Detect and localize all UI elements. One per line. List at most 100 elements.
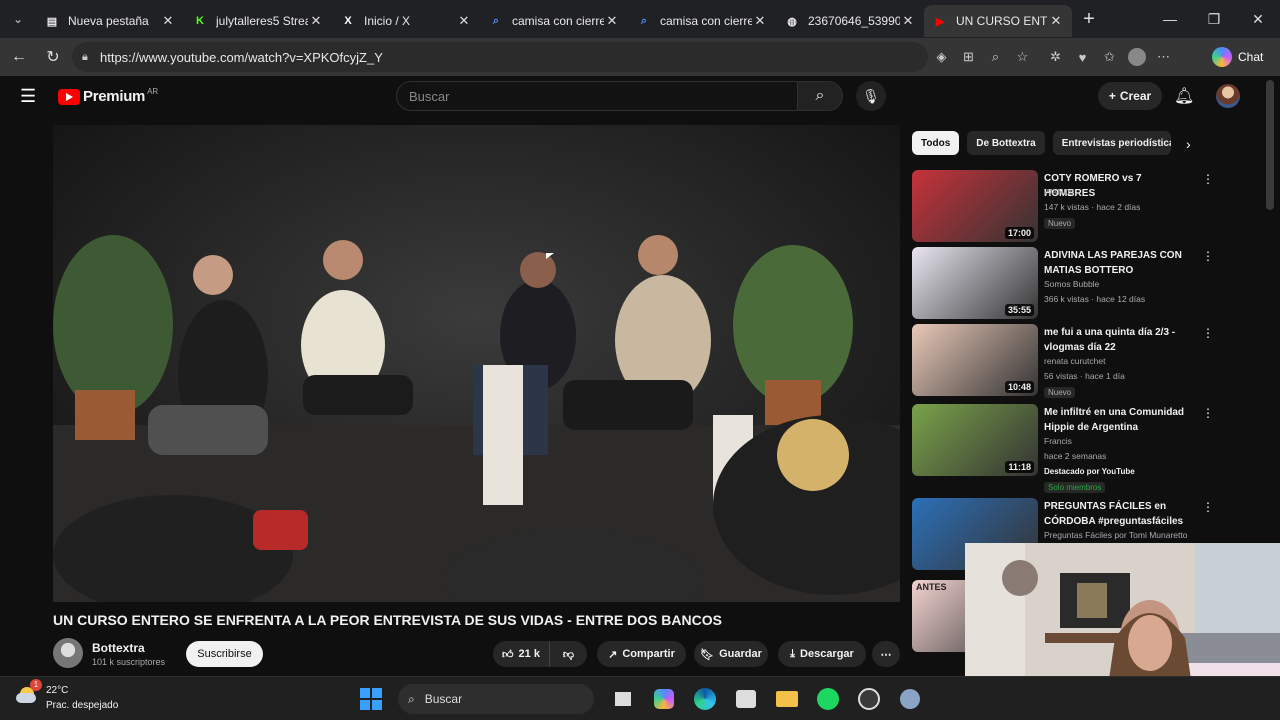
file-explorer-icon[interactable]	[772, 684, 802, 714]
weather-condition: Prac. despejado	[46, 700, 119, 711]
share-button[interactable]: ↗ Compartir	[597, 641, 686, 667]
recommendation-title[interactable]: ADIVINA LAS PAREJAS CON MATIAS BOTTERO	[1044, 248, 1194, 278]
close-window-icon[interactable]: ✕	[1236, 0, 1280, 38]
recommendation-badge: Destacado por YouTube	[1044, 467, 1135, 476]
youtube-icon: ▶	[935, 15, 945, 28]
chip-entrevistas[interactable]: Entrevistas periodísticas	[1052, 131, 1171, 155]
favorite-star-icon[interactable]: ☆	[1009, 42, 1036, 72]
close-tab-icon[interactable]: ✕	[456, 13, 472, 29]
kebab-menu-icon[interactable]: ⋮	[1202, 406, 1214, 420]
copilot-chat-button[interactable]: Chat	[1212, 45, 1276, 69]
thumbs-up-icon: 👍︎	[502, 648, 514, 661]
save-button[interactable]: 🔖︎ Guardar	[694, 641, 768, 667]
profile-icon[interactable]	[1123, 42, 1150, 72]
browser-tab[interactable]: ▶ UN CURSO ENTERO✕	[924, 5, 1072, 37]
close-tab-icon[interactable]: ✕	[900, 13, 916, 29]
kebab-menu-icon[interactable]: ⋮	[1202, 172, 1214, 186]
video-duration: 17:00	[1004, 227, 1034, 239]
store-icon[interactable]	[731, 684, 761, 714]
page-scrollbar[interactable]	[1266, 80, 1274, 210]
voice-search-button[interactable]: 🎙︎	[856, 81, 886, 111]
task-view-icon[interactable]	[608, 684, 638, 714]
browser-tab[interactable]: ⌕ camisa con cierre - ✕	[480, 5, 628, 37]
download-label: Descargar	[800, 648, 854, 660]
edge-icon[interactable]	[690, 684, 720, 714]
weather-badge: 1	[30, 679, 42, 691]
windows-start-icon[interactable]	[356, 684, 386, 714]
download-button[interactable]: ⤓ Descargar	[778, 641, 866, 667]
copilot-taskbar-icon[interactable]	[649, 684, 679, 714]
menu-icon[interactable]: ☰	[20, 86, 36, 107]
copilot-icon	[1212, 47, 1232, 67]
video-thumbnail[interactable]: 17:00	[912, 170, 1038, 242]
chip-de-bottextra[interactable]: De Bottextra	[967, 131, 1045, 155]
taskbar-search[interactable]: ⌕ Buscar	[398, 684, 594, 714]
spotify-icon[interactable]	[813, 684, 843, 714]
video-thumbnail[interactable]: 35:55	[912, 247, 1038, 319]
create-button[interactable]: + Crear	[1098, 82, 1162, 110]
favorites-icon[interactable]: ✩	[1096, 42, 1123, 72]
close-tab-icon[interactable]: ✕	[752, 13, 768, 29]
copilot-page-icon[interactable]: ◈	[928, 42, 955, 72]
like-button[interactable]: 👍︎ 21 k	[493, 641, 549, 667]
tab-label: UN CURSO ENTERO	[956, 14, 1048, 28]
more-actions-button[interactable]: ⋯	[872, 641, 900, 667]
video-thumbnail[interactable]: 10:48	[912, 324, 1038, 396]
browser-tab[interactable]: ⌕ camisa con cierre - ✕	[628, 5, 776, 37]
browser-tab[interactable]: Kjulytalleres5 Stream✕	[184, 5, 332, 37]
weather-icon: 1	[16, 679, 42, 707]
create-label: Crear	[1119, 89, 1152, 103]
close-tab-icon[interactable]: ✕	[308, 13, 324, 29]
back-button[interactable]: ←	[2, 40, 36, 74]
minimize-icon[interactable]: —	[1148, 0, 1192, 38]
related-filter-chips: Todos De Bottextra Entrevistas periodíst…	[912, 131, 1171, 155]
zoom-icon[interactable]: ⌕	[982, 42, 1009, 72]
close-tab-icon[interactable]: ✕	[160, 13, 176, 29]
chevron-right-icon[interactable]: ›	[1186, 136, 1191, 152]
browser-tab[interactable]: ◍ 23670646_5399091✕	[776, 5, 924, 37]
lock-icon[interactable]: 🔒︎	[82, 51, 88, 64]
settings-gear-icon[interactable]	[895, 684, 925, 714]
kebab-menu-icon[interactable]: ⋮	[1202, 500, 1214, 514]
browser-tab-bar: ⌄ ▤Nueva pestaña✕Kjulytalleres5 Stream✕X…	[0, 0, 1280, 38]
account-avatar[interactable]	[1216, 84, 1240, 108]
recommendation-title[interactable]: PREGUNTAS FÁCILES en CÓRDOBA #preguntasf…	[1044, 499, 1194, 529]
recommendation-title[interactable]: me fui a una quinta día 2/3 - vlogmas dí…	[1044, 325, 1194, 355]
browser-tab[interactable]: X Inicio / X ✕	[332, 5, 480, 37]
video-thumbnail[interactable]: 11:18	[912, 404, 1038, 476]
extensions-icon[interactable]: ✲	[1042, 42, 1069, 72]
recommendation-item[interactable]: 11:18 Me infiltré en una Comunidad Hippie…	[912, 404, 1214, 493]
search-input[interactable]: Buscar	[396, 81, 798, 111]
subscribe-button[interactable]: Suscribirse	[186, 641, 263, 667]
recommendation-title[interactable]: Me infiltré en una Comunidad Hippie de A…	[1044, 405, 1194, 435]
recommendation-item[interactable]: 17:00 COTY ROMERO vs 7 HOMBRES WANDII 147 k…	[912, 170, 1214, 246]
reload-button[interactable]: ↻	[36, 40, 70, 74]
search-button[interactable]: ⌕	[797, 81, 843, 111]
maximize-icon[interactable]: ❐	[1192, 0, 1236, 38]
settings-more-icon[interactable]: ⋯	[1150, 42, 1177, 72]
recommendation-item[interactable]: 10:48 me fui a una quinta día 2/3 - vlogm…	[912, 324, 1214, 400]
close-tab-icon[interactable]: ✕	[1048, 13, 1064, 29]
dislike-button[interactable]: 👎︎	[549, 641, 587, 667]
app-install-icon[interactable]: ⊞	[955, 42, 982, 72]
kebab-menu-icon[interactable]: ⋮	[1202, 249, 1214, 263]
notifications-bell-icon[interactable]: 🔔︎	[1174, 86, 1194, 106]
obs-icon[interactable]	[854, 684, 884, 714]
temperature: 22°C	[46, 685, 69, 696]
browser-tab[interactable]: ▤ Nueva pestaña ✕	[36, 5, 184, 37]
chip-todos[interactable]: Todos	[912, 131, 960, 155]
video-player[interactable]	[53, 125, 900, 602]
url-bar[interactable]: 🔒︎ https://www.youtube.com/watch?v=XPKOf…	[72, 42, 928, 72]
new-tab-button[interactable]: +	[1072, 8, 1106, 31]
recommendation-badge: Nuevo	[1044, 387, 1076, 398]
weather-widget[interactable]: 1 22°C Prac. despejado	[16, 679, 119, 713]
address-toolbar: ← ↻ 🔒︎ https://www.youtube.com/watch?v=X…	[0, 38, 1280, 76]
tab-actions-menu-icon[interactable]: ⌄	[0, 0, 36, 38]
close-tab-icon[interactable]: ✕	[604, 13, 620, 29]
channel-name[interactable]: Bottextra	[92, 641, 145, 655]
recommendation-item[interactable]: 35:55 ADIVINA LAS PAREJAS CON MATIAS BOTT…	[912, 247, 1214, 323]
kebab-menu-icon[interactable]: ⋮	[1202, 326, 1214, 340]
channel-avatar[interactable]	[53, 638, 83, 668]
youtube-premium-logo[interactable]: Premium AR	[58, 87, 158, 105]
browser-essentials-icon[interactable]: ♥	[1069, 42, 1096, 72]
